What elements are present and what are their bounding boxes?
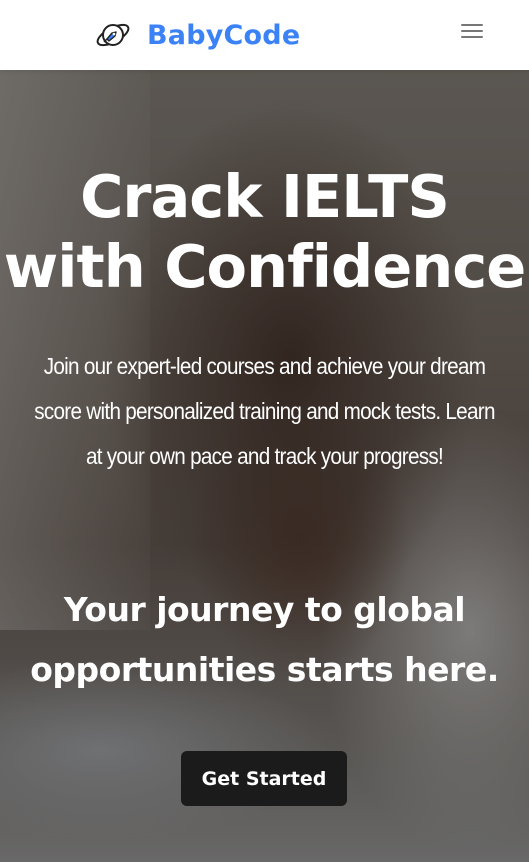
hero-title: Crack IELTS with Confidence	[3, 162, 526, 301]
hero-content: Crack IELTS with Confidence Join our exp…	[0, 70, 529, 862]
hero-tagline: Your journey to global opportunities sta…	[30, 590, 499, 689]
hero-description: Join our expert-led courses and achieve …	[34, 353, 495, 469]
navbar: BabyCode	[0, 0, 529, 70]
planet-rocket-icon	[96, 23, 130, 47]
get-started-button[interactable]: Get Started	[181, 751, 347, 806]
hero-section: Crack IELTS with Confidence Join our exp…	[0, 70, 529, 862]
brand-link[interactable]: BabyCode	[93, 17, 300, 53]
menu-toggle-button[interactable]	[455, 19, 489, 45]
brand-name: BabyCode	[147, 19, 301, 51]
